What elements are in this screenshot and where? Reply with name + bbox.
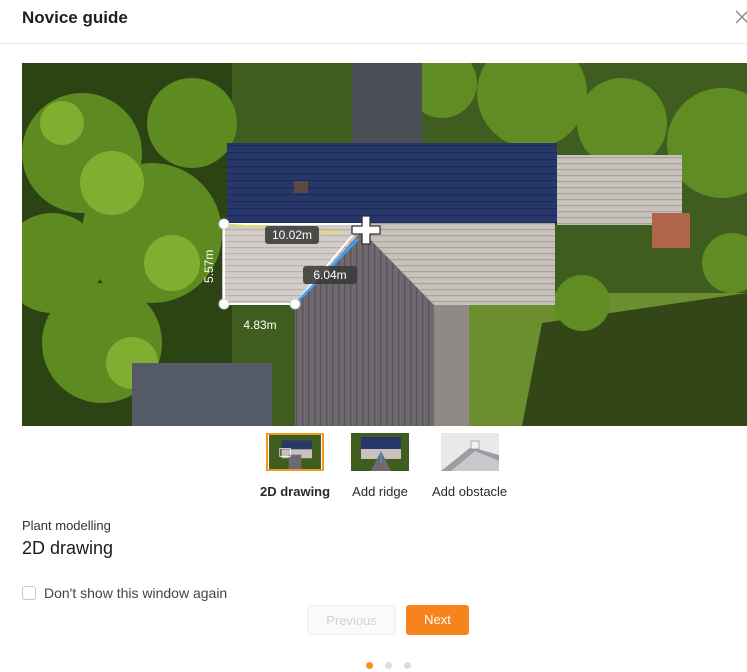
- roof-illustration: 10.02m 6.04m 5.57m 4.83m: [22, 63, 747, 426]
- section-category: Plant modelling: [22, 518, 111, 533]
- checkbox-box[interactable]: [22, 586, 36, 600]
- thumbnail-add-ridge-image: [351, 433, 409, 471]
- pagination-dot-3[interactable]: [404, 662, 411, 669]
- close-icon[interactable]: [734, 7, 747, 27]
- step-thumbnails: 2D drawing Add ridge Add obstacle: [0, 433, 747, 503]
- thumbnail-2d-drawing-image: [266, 433, 325, 471]
- step-label: Add obstacle: [432, 484, 508, 499]
- bottom-edge-measurement: 4.83m: [243, 318, 276, 332]
- step-2d-drawing[interactable]: 2D drawing: [260, 433, 330, 499]
- step-add-ridge[interactable]: Add ridge: [351, 433, 409, 499]
- next-button[interactable]: Next: [406, 605, 469, 635]
- step-label: Add ridge: [352, 484, 408, 499]
- roof-aerial-image: 10.02m 6.04m 5.57m 4.83m: [22, 63, 747, 426]
- pagination-dots: [366, 662, 416, 670]
- previous-button[interactable]: Previous: [307, 605, 396, 635]
- top-edge-measurement: 10.02m: [272, 228, 312, 242]
- pagination-dot-1[interactable]: [366, 662, 373, 669]
- dialog-header: Novice guide: [0, 0, 747, 44]
- dont-show-again-label: Don't show this window again: [44, 585, 228, 601]
- thumbnail-add-obstacle-image: [440, 433, 499, 471]
- step-label: 2D drawing: [260, 484, 331, 499]
- step-add-obstacle[interactable]: Add obstacle: [432, 433, 507, 499]
- pagination-dot-2[interactable]: [385, 662, 392, 669]
- dialog-title: Novice guide: [22, 8, 128, 27]
- diagonal-measurement: 6.04m: [313, 268, 346, 282]
- left-edge-measurement: 5.57m: [202, 250, 216, 283]
- section-title: 2D drawing: [22, 538, 114, 558]
